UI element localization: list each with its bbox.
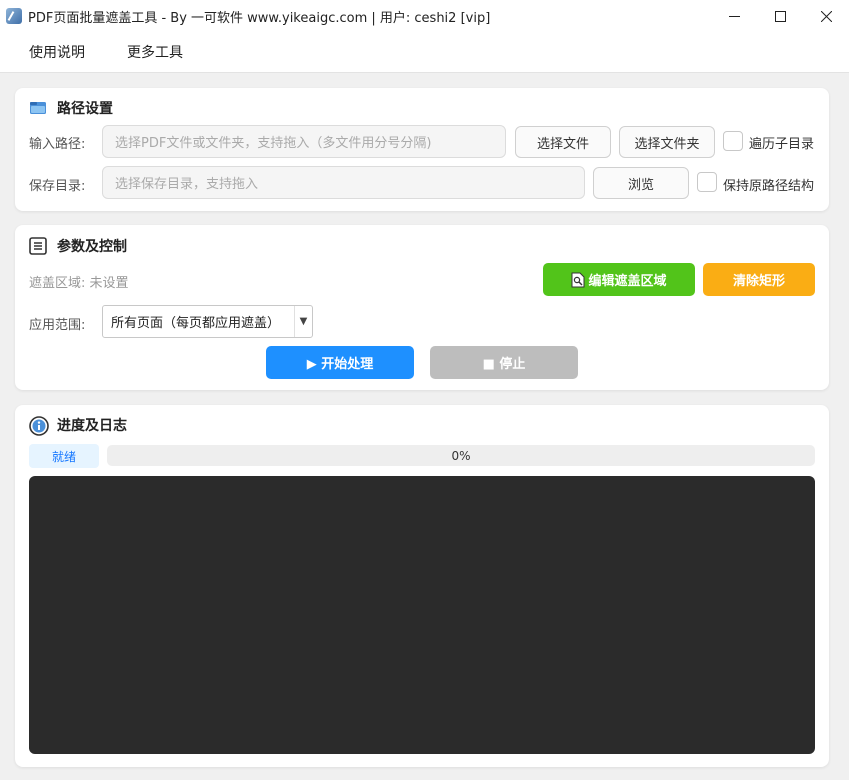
params-control-title: 参数及控制 [57, 239, 127, 255]
menu-bar: 使用说明 更多工具 [0, 32, 849, 73]
maximize-icon [774, 10, 786, 22]
mask-area-status: 遮盖区域: 未设置 [29, 276, 129, 291]
title-bar: PDF页面批量遮盖工具 - By 一可软件 www.yikeaigc.com |… [0, 0, 849, 32]
minimize-icon [728, 15, 740, 17]
path-settings-header: 路径设置 [29, 98, 113, 118]
start-button[interactable]: ▶ 开始处理 [266, 346, 414, 379]
minimize-button[interactable] [711, 0, 757, 32]
scope-selected-value: 所有页面（每页都应用遮盖） [111, 316, 281, 331]
maximize-button[interactable] [757, 0, 803, 32]
recurse-subdir-checkbox[interactable] [723, 131, 743, 151]
keep-structure-checkbox[interactable] [697, 172, 717, 192]
app-icon [6, 8, 22, 24]
recurse-subdir-label: 遍历子目录 [749, 137, 815, 152]
progress-bar: 0% [107, 445, 815, 466]
window-controls [711, 0, 849, 32]
save-dir-label: 保存目录: [29, 179, 86, 194]
input-path-field[interactable]: 选择PDF文件或文件夹，支持拖入（多文件用分号分隔) [102, 125, 506, 158]
window-title: PDF页面批量遮盖工具 - By 一可软件 www.yikeaigc.com |… [28, 10, 491, 26]
browse-button[interactable]: 浏览 [593, 167, 689, 199]
progress-log-title: 进度及日志 [57, 418, 127, 434]
input-path-label: 输入路径: [29, 137, 86, 152]
edit-mask-button[interactable]: 编辑遮盖区域 [543, 263, 695, 296]
menu-item-more-tools[interactable]: 更多工具 [116, 42, 194, 62]
edit-mask-label: 编辑遮盖区域 [588, 274, 667, 289]
menu-item-help[interactable]: 使用说明 [18, 42, 96, 62]
params-control-card: 参数及控制 遮盖区域: 未设置 编辑遮盖区域 清除矩形 应用范围: 所有页面（每… [15, 225, 829, 390]
progress-log-card: 进度及日志 就绪 0% [15, 405, 829, 767]
progress-text: 0% [451, 448, 471, 463]
dropdown-arrow-icon: ▼ [294, 306, 312, 337]
edit-document-icon [571, 272, 585, 287]
scope-label: 应用范围: [29, 318, 86, 333]
path-settings-title: 路径设置 [57, 101, 113, 117]
close-button[interactable] [803, 0, 849, 32]
params-control-header: 参数及控制 [29, 236, 127, 256]
log-output[interactable] [29, 476, 815, 754]
select-file-button[interactable]: 选择文件 [515, 126, 611, 158]
progress-log-header: 进度及日志 [29, 415, 127, 436]
status-badge: 就绪 [29, 444, 99, 468]
stop-button[interactable]: ■ 停止 [430, 346, 578, 379]
save-dir-field[interactable]: 选择保存目录，支持拖入 [102, 166, 585, 199]
keep-structure-label: 保持原路径结构 [723, 179, 815, 194]
close-icon [820, 10, 832, 22]
folder-icon [29, 99, 47, 117]
list-icon [29, 237, 47, 255]
select-folder-button[interactable]: 选择文件夹 [619, 126, 715, 158]
clear-rect-button[interactable]: 清除矩形 [703, 263, 815, 296]
path-settings-card: 路径设置 输入路径: 选择PDF文件或文件夹，支持拖入（多文件用分号分隔) 选择… [15, 88, 829, 211]
scope-select[interactable]: 所有页面（每页都应用遮盖） ▼ [102, 305, 313, 338]
info-icon [29, 416, 49, 436]
